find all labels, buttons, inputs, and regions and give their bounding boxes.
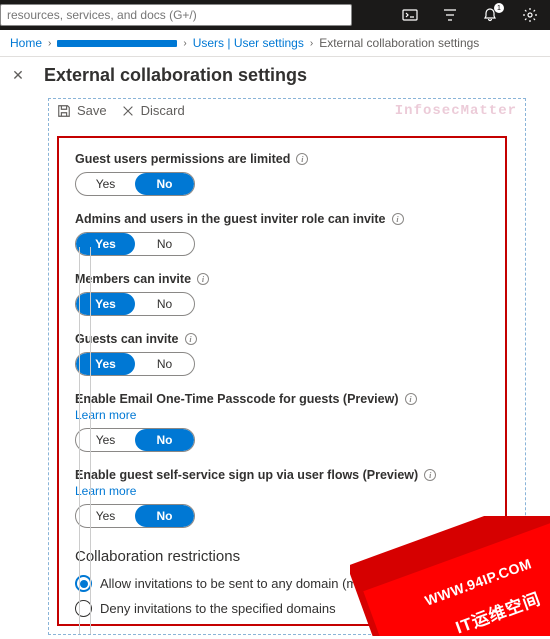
top-bar: resources, services, and docs (G+/) 1 <box>0 0 550 30</box>
info-icon[interactable]: i <box>392 213 404 225</box>
breadcrumb-redacted[interactable] <box>57 36 177 50</box>
filter-icon[interactable] <box>430 0 470 30</box>
toggle-members-invite[interactable]: Yes No <box>75 292 195 316</box>
setting-admins-invite: Admins and users in the guest inviter ro… <box>75 212 489 256</box>
search-input[interactable]: resources, services, and docs (G+/) <box>0 4 352 26</box>
radio-allow-specified[interactable]: Allow invitations only to the specified … <box>75 625 489 626</box>
discard-button[interactable]: Discard <box>121 103 185 118</box>
settings-panel: Guest users permissions are limited i Ye… <box>57 136 507 626</box>
toolbar: Save Discard InfosecMatter <box>57 103 517 126</box>
toggle-no[interactable]: No <box>135 173 194 195</box>
setting-guests-invite: Guests can invite i Yes No <box>75 332 489 376</box>
toggle-no[interactable]: No <box>135 233 194 255</box>
setting-members-invite: Members can invite i Yes No <box>75 272 489 316</box>
breadcrumb: Home › › Users | User settings › Externa… <box>0 30 550 57</box>
setting-label: Enable guest self-service sign up via us… <box>75 468 489 482</box>
info-icon[interactable]: i <box>424 469 436 481</box>
setting-label: Enable Email One-Time Passcode for guest… <box>75 392 489 406</box>
chevron-right-icon: › <box>183 38 186 49</box>
discard-icon <box>121 104 135 118</box>
close-icon[interactable]: ✕ <box>10 67 26 84</box>
setting-label: Members can invite i <box>75 272 489 286</box>
setting-label: Admins and users in the guest inviter ro… <box>75 212 489 226</box>
setting-self-service: Enable guest self-service sign up via us… <box>75 468 489 528</box>
info-icon[interactable]: i <box>197 273 209 285</box>
toggle-guest-permissions[interactable]: Yes No <box>75 172 195 196</box>
toggle-no[interactable]: No <box>135 429 194 451</box>
notifications-icon[interactable]: 1 <box>470 0 510 30</box>
page-title: External collaboration settings <box>44 65 307 86</box>
save-icon <box>57 104 71 118</box>
breadcrumb-current: External collaboration settings <box>319 36 479 50</box>
collab-heading: Collaboration restrictions <box>75 548 489 565</box>
radio-label: Deny invitations to the specified domain… <box>100 601 336 616</box>
save-button[interactable]: Save <box>57 103 107 118</box>
learn-more-link[interactable]: Learn more <box>75 484 489 498</box>
discard-label: Discard <box>141 103 185 118</box>
toggle-yes[interactable]: Yes <box>76 173 135 195</box>
chevron-right-icon: › <box>310 38 313 49</box>
setting-email-otp: Enable Email One-Time Passcode for guest… <box>75 392 489 452</box>
toggle-guests-invite[interactable]: Yes No <box>75 352 195 376</box>
breadcrumb-home[interactable]: Home <box>10 36 42 50</box>
page-header: ✕ External collaboration settings <box>0 57 550 94</box>
learn-more-link[interactable]: Learn more <box>75 408 489 422</box>
info-icon[interactable]: i <box>296 153 308 165</box>
search-placeholder: resources, services, and docs (G+/) <box>7 8 197 22</box>
watermark-top: InfosecMatter <box>395 103 517 119</box>
toggle-self-service[interactable]: Yes No <box>75 504 195 528</box>
breadcrumb-users[interactable]: Users | User settings <box>193 36 304 50</box>
toggle-no[interactable]: No <box>135 505 194 527</box>
setting-guest-permissions: Guest users permissions are limited i Ye… <box>75 152 489 196</box>
top-icons: 1 <box>390 0 550 30</box>
toggle-no[interactable]: No <box>135 353 194 375</box>
settings-icon[interactable] <box>510 0 550 30</box>
setting-label: Guest users permissions are limited i <box>75 152 489 166</box>
toggle-email-otp[interactable]: Yes No <box>75 428 195 452</box>
scrollbar[interactable] <box>79 247 91 634</box>
toolbar-wrap: Save Discard InfosecMatter Guest users p… <box>48 98 526 635</box>
toggle-no[interactable]: No <box>135 293 194 315</box>
chevron-right-icon: › <box>48 38 51 49</box>
toggle-admins-invite[interactable]: Yes No <box>75 232 195 256</box>
setting-label: Guests can invite i <box>75 332 489 346</box>
info-icon[interactable]: i <box>185 333 197 345</box>
radio-allow-any[interactable]: Allow invitations to be sent to any doma… <box>75 575 489 592</box>
info-icon[interactable]: i <box>405 393 417 405</box>
radio-label: Allow invitations to be sent to any doma… <box>100 576 432 591</box>
save-label: Save <box>77 103 107 118</box>
notification-badge: 1 <box>494 3 504 13</box>
cloud-shell-icon[interactable] <box>390 0 430 30</box>
